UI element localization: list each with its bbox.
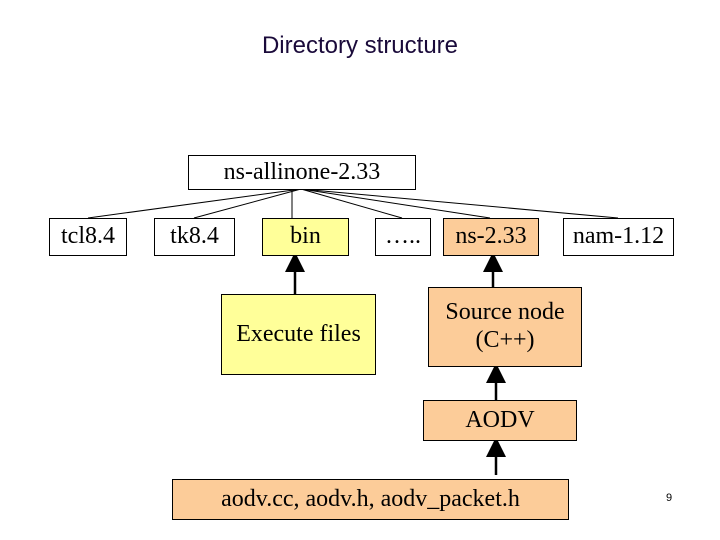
- node-tk-label: tk8.4: [170, 223, 219, 250]
- node-source-node-line2: (C++): [475, 327, 535, 353]
- node-source-node: Source node (C++): [428, 287, 582, 367]
- node-bin: bin: [262, 218, 349, 256]
- node-aodv: AODV: [423, 400, 577, 441]
- node-tcl: tcl8.4: [49, 218, 127, 256]
- node-execute-files: Execute files: [221, 294, 376, 375]
- node-bin-label: bin: [290, 223, 321, 250]
- node-aodv-files: aodv.cc, aodv.h, aodv_packet.h: [172, 479, 569, 520]
- connector-lines: [87, 188, 619, 475]
- node-root-label: ns-allinone-2.33: [223, 158, 381, 185]
- node-ellipsis-label: …..: [385, 223, 421, 250]
- page-number: 9: [666, 492, 673, 504]
- node-root: ns-allinone-2.33: [188, 155, 416, 190]
- node-ns-label: ns-2.33: [455, 223, 527, 250]
- node-source-node-line1: Source node: [445, 299, 565, 326]
- node-execute-files-label: Execute files: [236, 320, 361, 347]
- node-tcl-label: tcl8.4: [61, 223, 115, 250]
- node-nam: nam-1.12: [563, 218, 674, 256]
- node-tk: tk8.4: [154, 218, 235, 256]
- node-nam-label: nam-1.12: [572, 223, 665, 250]
- edge-root-tk: [193, 188, 302, 219]
- node-ns: ns-2.33: [443, 218, 539, 256]
- node-aodv-label: AODV: [465, 406, 535, 433]
- node-ellipsis: …..: [375, 218, 431, 256]
- edge-root-tcl: [87, 188, 302, 219]
- node-aodv-files-label: aodv.cc, aodv.h, aodv_packet.h: [221, 485, 520, 512]
